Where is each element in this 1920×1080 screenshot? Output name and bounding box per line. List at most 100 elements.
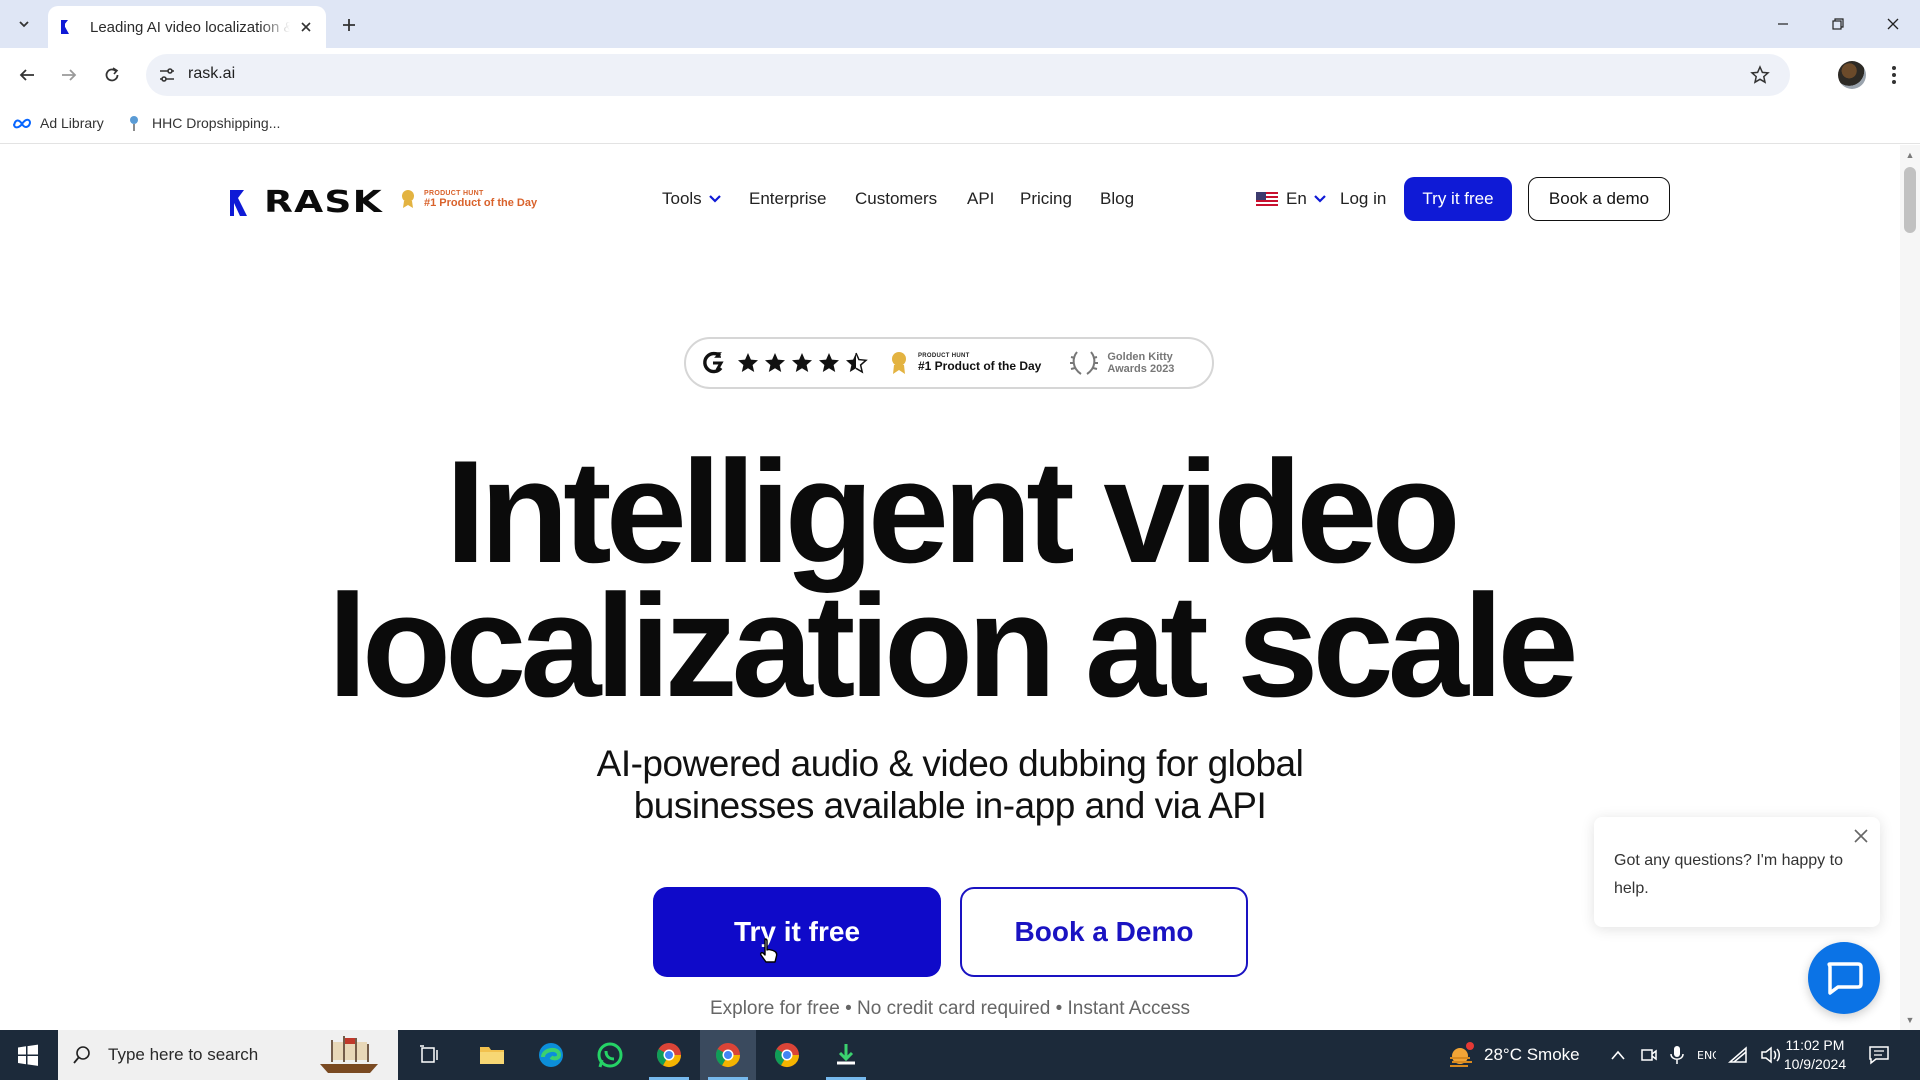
start-button[interactable] <box>0 1030 56 1080</box>
browser-tab-active[interactable]: Leading AI video localization & <box>48 6 326 48</box>
microphone-icon[interactable] <box>1670 1045 1684 1065</box>
minimize-button[interactable] <box>1755 0 1810 48</box>
hero-book-demo-button[interactable]: Book a Demo <box>960 887 1248 977</box>
nav-api[interactable]: API <box>967 189 994 209</box>
weather-widget[interactable]: 28°C Smoke <box>1446 1030 1580 1080</box>
back-button[interactable] <box>12 60 42 90</box>
taskbar-chrome-3[interactable] <box>759 1030 815 1080</box>
bookmark-star-icon[interactable] <box>1748 63 1772 87</box>
chat-popup[interactable]: Got any questions? I'm happy to help. <box>1594 817 1880 927</box>
bookmark-label: HHC Dropshipping... <box>152 115 281 131</box>
nav-tools[interactable]: Tools <box>662 189 722 209</box>
page-scrollbar[interactable]: ▲ ▼ <box>1900 145 1920 1030</box>
hero-fineprint: Explore for free • No credit card requir… <box>709 998 1191 1019</box>
chat-close-icon[interactable] <box>1850 825 1872 847</box>
login-link[interactable]: Log in <box>1340 189 1386 209</box>
ship-icon <box>320 1036 378 1073</box>
tab-close-icon[interactable] <box>296 17 316 37</box>
clock-time: 11:02 PM <box>1785 1037 1845 1053</box>
taskbar-search-placeholder: Type here to search <box>108 1045 259 1064</box>
forward-button[interactable] <box>54 60 84 90</box>
chrome-icon <box>774 1043 799 1068</box>
profile-avatar[interactable] <box>1838 61 1866 89</box>
system-tray-icons: ENG <box>1610 1030 1782 1080</box>
laurel-icon <box>1070 351 1099 375</box>
folder-icon <box>480 1047 504 1064</box>
hero-title-line-2: localization at scale <box>327 564 1578 727</box>
tab-title: Leading AI video localization & <box>90 18 290 36</box>
wifi-icon[interactable] <box>1728 1046 1748 1064</box>
restore-button[interactable] <box>1810 0 1865 48</box>
chrome-icon <box>715 1043 740 1068</box>
taskbar-chrome-2[interactable] <box>700 1030 756 1080</box>
header-book-demo-button[interactable]: Book a demo <box>1528 177 1670 221</box>
taskbar-edge[interactable] <box>523 1030 579 1080</box>
rask-logo[interactable]: RASK <box>230 185 382 220</box>
hero-try-free-button[interactable]: Try it free <box>653 887 941 977</box>
taskbar-chrome-1[interactable] <box>641 1030 697 1080</box>
windows-taskbar: Type here to search 28°C Smoke EN 11:02 … <box>0 1030 1920 1080</box>
nav-blog[interactable]: Blog <box>1100 189 1134 209</box>
notification-center-button[interactable] <box>1866 1042 1892 1068</box>
scrollbar-thumb[interactable] <box>1904 167 1916 233</box>
g2-rating-stars <box>736 351 868 375</box>
whatsapp-icon <box>597 1042 623 1068</box>
language-label: En <box>1286 189 1307 208</box>
chat-launcher-button[interactable] <box>1808 942 1880 1014</box>
browser-tab-bar: Leading AI video localization & <box>0 0 1920 48</box>
nav-pricing[interactable]: Pricing <box>1020 189 1072 209</box>
language-selector[interactable]: En <box>1256 189 1327 209</box>
meet-now-icon[interactable] <box>1640 1046 1658 1064</box>
task-view-icon <box>420 1045 438 1063</box>
bookmark-ad-library[interactable]: Ad Library <box>12 112 104 134</box>
clock-date: 10/9/2024 <box>1783 1056 1847 1072</box>
chat-icon <box>1827 962 1863 995</box>
star-icon <box>792 353 812 372</box>
chat-message: Got any questions? I'm happy to help. <box>1614 852 1843 897</box>
medal-icon <box>402 190 414 208</box>
edge-icon <box>539 1043 563 1067</box>
browser-menu-button[interactable] <box>1882 61 1906 89</box>
site-info-icon[interactable] <box>156 64 178 86</box>
url-text[interactable]: rask.ai <box>188 65 235 83</box>
product-hunt-badge[interactable]: PRODUCT HUNT #1 Product of the Day <box>400 189 537 209</box>
us-flag-icon <box>1256 191 1278 207</box>
star-icon <box>765 353 785 372</box>
close-window-button[interactable] <box>1865 0 1920 48</box>
close-icon <box>1887 18 1898 30</box>
task-view-button[interactable] <box>402 1030 458 1080</box>
taskbar-whatsapp[interactable] <box>582 1030 638 1080</box>
reload-button[interactable] <box>97 60 127 90</box>
taskbar-search-box[interactable]: Type here to search <box>58 1030 398 1080</box>
input-language-icon[interactable]: ENG <box>1696 1046 1716 1064</box>
address-bar[interactable]: rask.ai <box>146 54 1790 96</box>
taskbar-clock[interactable]: 11:02 PM 10/9/2024 <box>1770 1036 1860 1074</box>
arrow-left-icon <box>19 69 34 81</box>
rask-favicon-icon <box>61 20 69 34</box>
search-icon <box>73 1046 90 1064</box>
arrow-right-icon <box>62 69 77 81</box>
new-tab-button[interactable] <box>336 12 362 38</box>
tab-search-button[interactable] <box>10 10 38 38</box>
star-icon <box>738 353 758 372</box>
meta-icon <box>12 114 32 132</box>
chevron-down-icon <box>708 195 721 203</box>
nav-customers[interactable]: Customers <box>855 189 937 209</box>
bookmark-hhc-dropshipping[interactable]: HHC Dropshipping... <box>124 112 280 134</box>
scroll-up-arrow-icon[interactable]: ▲ <box>1904 149 1916 161</box>
awards-strip: PRODUCT HUNT #1 Product of the Day Golde… <box>684 337 1214 389</box>
hero-title-line-1: Intelligent video <box>445 430 1460 593</box>
windows-logo-icon <box>18 1044 38 1066</box>
taskbar-file-explorer[interactable] <box>464 1030 520 1080</box>
chevron-up-icon[interactable] <box>1610 1049 1626 1061</box>
header-try-free-button[interactable]: Try it free <box>1404 177 1512 221</box>
hero-subtitle-line-1: AI-powered audio & video dubbing for glo… <box>596 743 1304 784</box>
weather-text: 28°C Smoke <box>1484 1045 1580 1064</box>
nav-enterprise[interactable]: Enterprise <box>749 189 826 209</box>
taskbar-downloader-app[interactable] <box>818 1030 874 1080</box>
browser-toolbar: rask.ai <box>0 48 1920 102</box>
hero-title: Intelligent video localization at scale <box>0 430 1900 727</box>
scroll-down-arrow-icon[interactable]: ▼ <box>1904 1014 1916 1026</box>
golden-kitty-award: Golden Kitty Awards 2023 <box>1069 348 1174 378</box>
pin-icon <box>124 114 144 132</box>
